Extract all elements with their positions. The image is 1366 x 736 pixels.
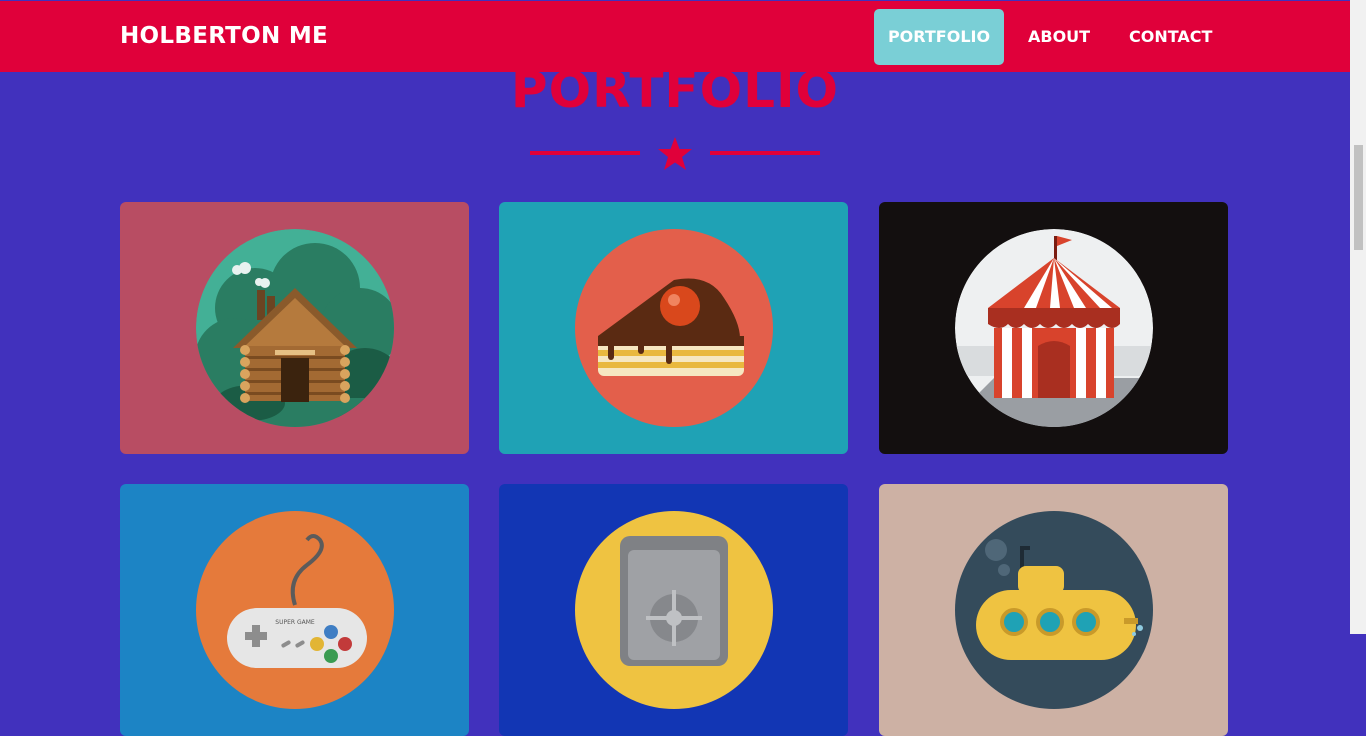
portfolio-item-safe[interactable]: [499, 484, 848, 736]
portfolio-item-cabin[interactable]: [120, 202, 469, 454]
navbar: HOLBERTON ME PORTFOLIO ABOUT CONTACT: [0, 1, 1350, 72]
cake-slice-icon: [575, 229, 773, 427]
nav-link-contact[interactable]: CONTACT: [1113, 9, 1228, 65]
page-scrollbar[interactable]: [1350, 0, 1366, 634]
log-cabin-icon: [196, 229, 394, 427]
portfolio-item-circus[interactable]: [879, 202, 1228, 454]
game-controller-icon: SUPER GAME: [196, 511, 394, 709]
circus-tent-icon: [955, 229, 1153, 427]
controller-label: SUPER GAME: [275, 619, 315, 626]
portfolio-item-controller[interactable]: SUPER GAME: [120, 484, 469, 736]
safe-icon: [575, 511, 773, 709]
portfolio-item-submarine[interactable]: [879, 484, 1228, 736]
nav-link-about[interactable]: ABOUT: [1012, 9, 1106, 65]
divider-line-left: [530, 151, 640, 155]
divider-line-right: [710, 151, 820, 155]
scrollbar-thumb[interactable]: [1354, 145, 1363, 250]
star-icon: [658, 137, 692, 170]
submarine-icon: [955, 511, 1153, 709]
brand-logo[interactable]: HOLBERTON ME: [120, 23, 328, 49]
nav-link-portfolio[interactable]: PORTFOLIO: [874, 9, 1004, 65]
portfolio-item-cake[interactable]: [499, 202, 848, 454]
